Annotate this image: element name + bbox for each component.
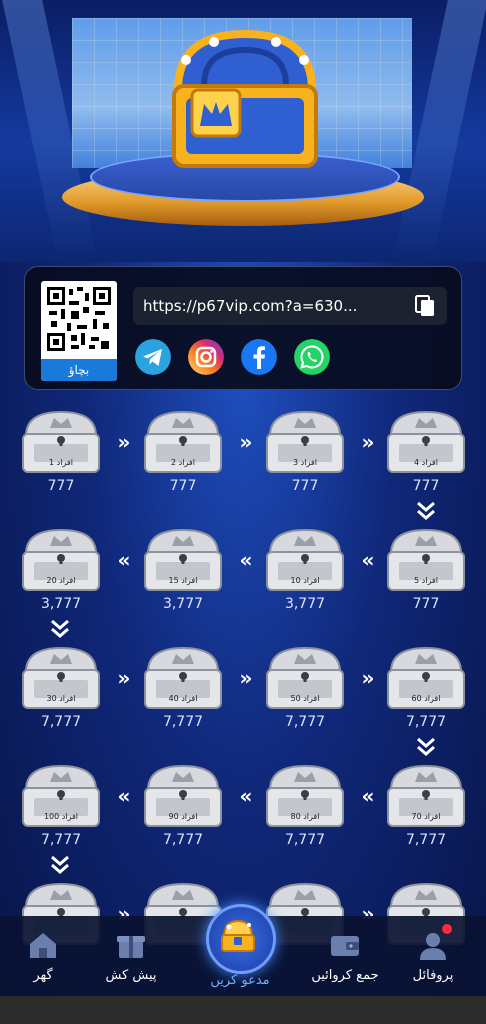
gift-icon bbox=[117, 936, 145, 958]
nav-offer-label: پیش کش bbox=[105, 968, 157, 983]
reward-chest[interactable]: افراد 100 bbox=[20, 764, 102, 838]
chest-member-label: افراد 1 bbox=[49, 458, 73, 467]
invite-chest-icon bbox=[221, 919, 255, 952]
chest-member-label: افراد 5 bbox=[414, 576, 438, 585]
chest-member-label: افراد 15 bbox=[168, 576, 198, 585]
nav-home[interactable]: گھر bbox=[0, 916, 88, 996]
facebook-icon[interactable] bbox=[241, 339, 277, 375]
chest-member-label: افراد 30 bbox=[46, 694, 76, 703]
notification-badge bbox=[442, 924, 452, 934]
chevron-icon: » bbox=[239, 666, 253, 690]
qr-code-icon bbox=[47, 287, 111, 351]
reward-chest[interactable]: افراد 3 bbox=[264, 410, 346, 484]
chest-member-label: افراد 4 bbox=[414, 458, 438, 467]
chevron-icon: « bbox=[117, 784, 131, 808]
chevron-icon: « bbox=[239, 784, 253, 808]
nav-deposit-label: جمع کروائیں bbox=[311, 968, 379, 983]
chest-member-label: افراد 40 bbox=[168, 694, 198, 703]
reward-chest[interactable]: افراد 60 bbox=[385, 646, 467, 720]
chest-reward-amount: 777 bbox=[291, 478, 319, 494]
system-bar bbox=[0, 996, 486, 1024]
chevron-icon: « bbox=[117, 548, 131, 572]
chest-member-label: افراد 80 bbox=[290, 812, 320, 821]
chest-member-label: افراد 2 bbox=[171, 458, 195, 467]
chevron-icon: » bbox=[239, 430, 253, 454]
chevron-down-icon bbox=[414, 736, 438, 761]
treasure-chest-icon bbox=[164, 28, 326, 178]
chest-reward-amount: 777 bbox=[169, 478, 197, 494]
chest-member-label: افراد 20 bbox=[46, 576, 76, 585]
chevron-icon: « bbox=[239, 548, 253, 572]
chevron-down-icon bbox=[414, 500, 438, 525]
chevron-down-icon bbox=[48, 854, 72, 879]
chest-reward-amount: 7,777 bbox=[405, 832, 447, 848]
reward-chest[interactable]: افراد 70 bbox=[385, 764, 467, 838]
referral-link-field[interactable]: https://p67vip.com?a=630... bbox=[133, 287, 447, 325]
reward-chest[interactable]: افراد 5 bbox=[385, 528, 467, 602]
nav-invite-button[interactable] bbox=[206, 904, 276, 974]
nav-profile-label: پروفائل bbox=[412, 968, 454, 983]
chest-reward-amount: 7,777 bbox=[162, 832, 204, 848]
chest-member-label: افراد 90 bbox=[168, 812, 198, 821]
reward-chest[interactable]: افراد 2 bbox=[142, 410, 224, 484]
nav-deposit[interactable]: جمع کروائیں bbox=[300, 916, 390, 996]
chest-reward-amount: 7,777 bbox=[162, 714, 204, 730]
chest-member-label: افراد 10 bbox=[290, 576, 320, 585]
chest-reward-amount: 7,777 bbox=[284, 714, 326, 730]
referral-share-card: بچاؤ https://p67vip.com?a=630... bbox=[24, 266, 462, 390]
reward-chest[interactable]: افراد 50 bbox=[264, 646, 346, 720]
hero-banner bbox=[0, 0, 486, 262]
chest-member-label: افراد 70 bbox=[411, 812, 441, 821]
chevron-icon: « bbox=[361, 784, 375, 808]
chest-reward-amount: 7,777 bbox=[40, 714, 82, 730]
chest-reward-amount: 777 bbox=[412, 596, 440, 612]
nav-offer[interactable]: پیش کش bbox=[86, 916, 176, 996]
chest-member-label: افراد 60 bbox=[411, 694, 441, 703]
instagram-icon[interactable] bbox=[188, 339, 224, 375]
chest-reward-amount: 7,777 bbox=[40, 832, 82, 848]
reward-chest[interactable]: افراد 10 bbox=[264, 528, 346, 602]
qr-code[interactable]: بچاؤ bbox=[41, 281, 117, 381]
nav-profile[interactable]: پروفائل bbox=[388, 916, 478, 996]
reward-chest[interactable]: افراد 80 bbox=[264, 764, 346, 838]
chevron-icon: » bbox=[361, 430, 375, 454]
chevron-icon: » bbox=[117, 430, 131, 454]
chest-reward-amount: 777 bbox=[47, 478, 75, 494]
chevron-icon: » bbox=[117, 666, 131, 690]
qr-save-button[interactable]: بچاؤ bbox=[41, 359, 117, 381]
chest-reward-amount: 3,777 bbox=[162, 596, 204, 612]
reward-chest[interactable]: افراد 15 bbox=[142, 528, 224, 602]
chest-member-label: افراد 50 bbox=[290, 694, 320, 703]
chevron-icon: » bbox=[361, 666, 375, 690]
telegram-icon[interactable] bbox=[135, 339, 171, 375]
chest-reward-amount: 3,777 bbox=[284, 596, 326, 612]
home-icon bbox=[30, 933, 56, 958]
chest-reward-amount: 777 bbox=[412, 478, 440, 494]
copy-icon[interactable] bbox=[413, 294, 437, 318]
chevron-down-icon bbox=[48, 618, 72, 643]
chest-reward-amount: 3,777 bbox=[40, 596, 82, 612]
reward-chest[interactable]: افراد 40 bbox=[142, 646, 224, 720]
chevron-icon: « bbox=[361, 548, 375, 572]
whatsapp-icon[interactable] bbox=[294, 339, 330, 375]
wallet-icon bbox=[331, 936, 359, 956]
reward-chest[interactable]: افراد 20 bbox=[20, 528, 102, 602]
chest-member-label: افراد 100 bbox=[43, 812, 79, 821]
nav-invite-label: مدعو کریں bbox=[210, 973, 270, 988]
reward-chest[interactable]: افراد 90 bbox=[142, 764, 224, 838]
reward-chest[interactable]: افراد 30 bbox=[20, 646, 102, 720]
chest-reward-amount: 7,777 bbox=[405, 714, 447, 730]
referral-link-text: https://p67vip.com?a=630... bbox=[143, 297, 358, 315]
reward-chest[interactable]: افراد 1 bbox=[20, 410, 102, 484]
bottom-nav: گھر پیش کش مدعو کریں جمع کروائیں پروفائل bbox=[0, 904, 486, 996]
chest-member-label: افراد 3 bbox=[293, 458, 317, 467]
chest-reward-amount: 7,777 bbox=[284, 832, 326, 848]
nav-home-label: گھر bbox=[33, 968, 53, 983]
reward-chest[interactable]: افراد 4 bbox=[385, 410, 467, 484]
